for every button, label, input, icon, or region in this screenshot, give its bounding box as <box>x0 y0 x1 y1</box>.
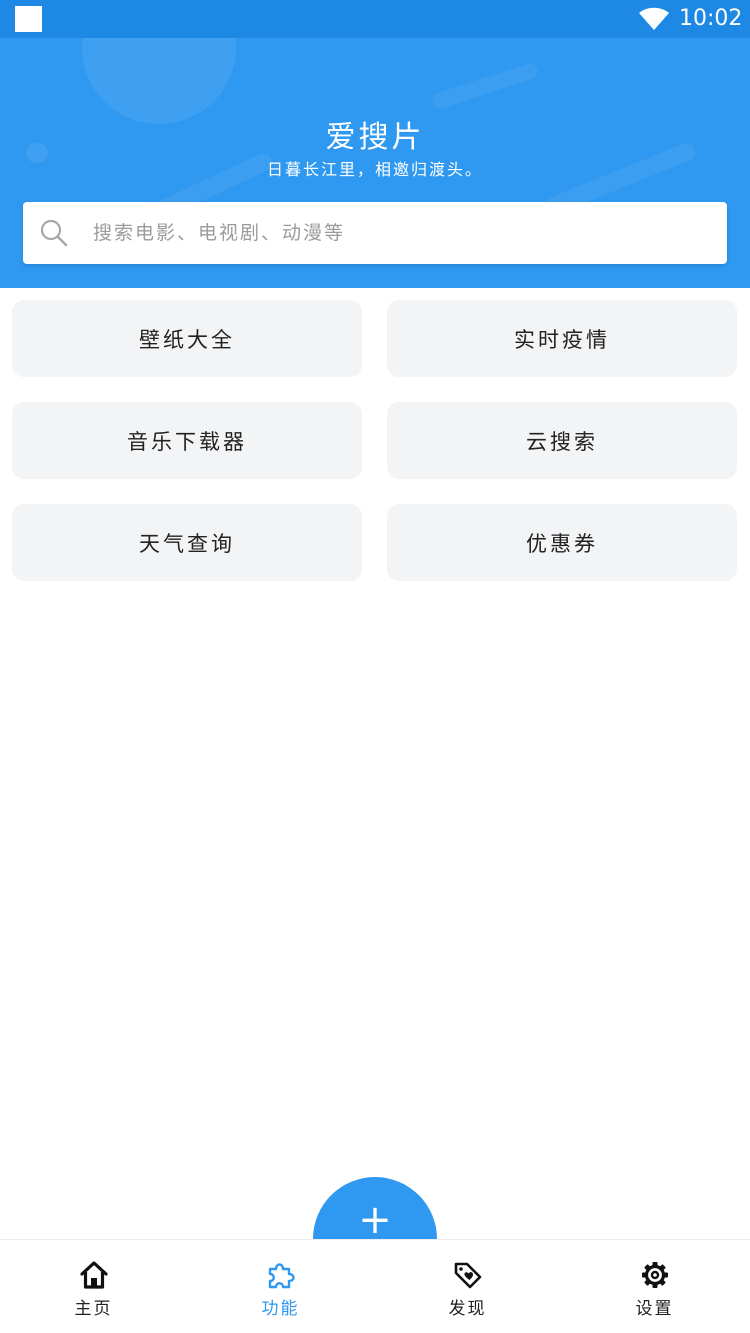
nav-label-home: 主页 <box>74 1299 113 1319</box>
feature-wallpapers-button[interactable]: 壁纸大全 <box>12 300 362 377</box>
app-subtitle: 日暮长江里，相邀归渡头。 <box>266 160 483 179</box>
plus-icon: + <box>358 1197 392 1243</box>
nav-item-discover[interactable]: 发现 <box>374 1240 561 1333</box>
gear-icon <box>641 1262 668 1288</box>
tag-heart-icon <box>454 1262 481 1289</box>
decorative-stroke <box>430 61 540 111</box>
puzzle-icon <box>268 1263 295 1289</box>
nav-item-settings[interactable]: 设置 <box>561 1240 748 1333</box>
home-icon <box>79 1261 108 1289</box>
nav-label-settings: 设置 <box>635 1299 674 1319</box>
status-bar: 10:02 <box>0 0 750 38</box>
feature-covid-stats-button[interactable]: 实时疫情 <box>387 300 737 377</box>
bottom-nav: 主页 功能 发现 设置 <box>0 1239 750 1333</box>
feature-cloud-search-button[interactable]: 云搜索 <box>387 402 737 479</box>
screen: 10:02 爱搜片 日暮长江里，相邀归渡头。 壁纸大全 实时疫情 音乐下载器 云… <box>0 0 750 1333</box>
nav-label-discover: 发现 <box>448 1299 487 1319</box>
notification-icon <box>15 6 42 32</box>
wifi-icon <box>639 7 669 30</box>
nav-label-features: 功能 <box>261 1299 300 1319</box>
nav-item-home[interactable]: 主页 <box>0 1240 187 1333</box>
header: 10:02 爱搜片 日暮长江里，相邀归渡头。 <box>0 0 750 288</box>
search-bar[interactable] <box>23 202 727 264</box>
nav-item-features[interactable]: 功能 <box>187 1240 374 1333</box>
search-icon <box>40 219 68 247</box>
app-title: 爱搜片 <box>325 120 425 155</box>
feature-weather-button[interactable]: 天气查询 <box>12 504 362 581</box>
feature-music-downloader-button[interactable]: 音乐下载器 <box>12 402 362 479</box>
feature-coupons-button[interactable]: 优惠券 <box>387 504 737 581</box>
status-time: 10:02 <box>679 6 743 31</box>
search-input[interactable] <box>93 202 713 264</box>
